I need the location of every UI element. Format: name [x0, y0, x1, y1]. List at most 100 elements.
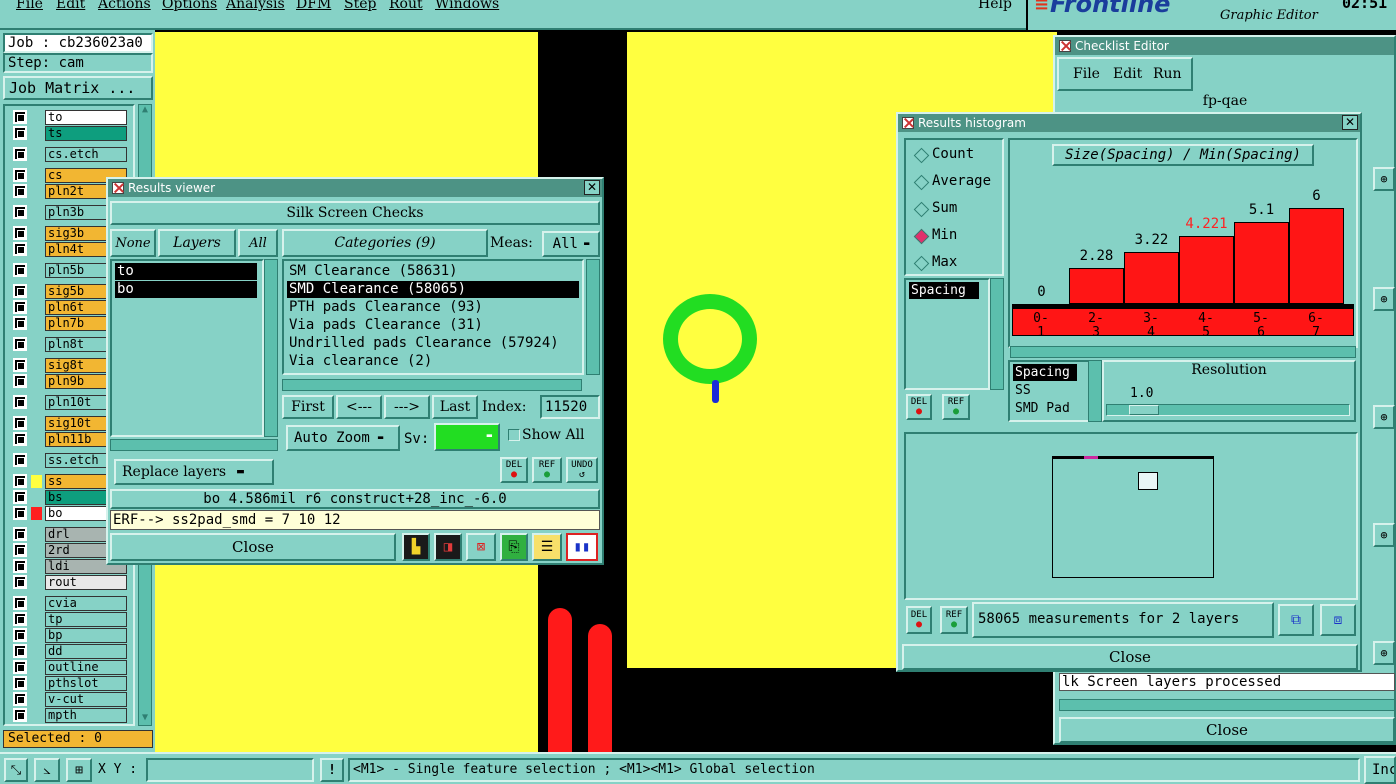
layer-checkbox[interactable]	[13, 126, 27, 140]
list-item[interactable]: to	[115, 263, 257, 280]
layer-name[interactable]: mpth	[45, 708, 127, 723]
layer-checkbox[interactable]	[13, 708, 27, 722]
menu-rout[interactable]: Rout	[389, 0, 435, 12]
slider-thumb[interactable]	[1129, 405, 1159, 415]
menu-dfm[interactable]: DFM	[296, 0, 344, 12]
chart-hscroll[interactable]	[1010, 346, 1356, 358]
results-viewer-titlebar[interactable]: Results viewer ✕	[108, 179, 602, 197]
list-item[interactable]: SS	[1013, 382, 1077, 399]
histogram-bar[interactable]	[1234, 222, 1289, 304]
menu-help[interactable]: Help	[978, 0, 1012, 12]
category-item[interactable]: Via pads Clearance (31)	[287, 317, 579, 334]
hist-del-button[interactable]: DEL ●	[906, 394, 932, 420]
layer-checkbox[interactable]	[13, 432, 27, 446]
checklist-menu-file[interactable]: File	[1073, 66, 1113, 82]
layer-checkbox[interactable]	[13, 147, 27, 161]
grid-icon[interactable]: ⊞	[66, 758, 92, 782]
index-input[interactable]: 11520	[540, 395, 600, 419]
notes-tool-icon[interactable]: ☰	[532, 533, 562, 561]
menu-windows[interactable]: Windows	[435, 0, 505, 12]
category-item[interactable]: Via clearance (2)	[287, 353, 579, 370]
radio-min[interactable]: Min	[914, 227, 957, 243]
layer-checkbox[interactable]	[13, 628, 27, 642]
alert-icon[interactable]: !	[320, 758, 344, 782]
ref-button[interactable]: REF ●	[532, 457, 562, 483]
expand-view-icon[interactable]: ⧉	[1278, 604, 1314, 636]
layer-name[interactable]: ts	[45, 126, 127, 141]
measure-tool-icon[interactable]: ▙	[402, 533, 430, 561]
layer-checkbox[interactable]	[13, 527, 27, 541]
layer-checkbox[interactable]	[13, 184, 27, 198]
preview-del-button[interactable]: DEL ●	[906, 606, 932, 634]
collapse-view-icon[interactable]: ⧈	[1320, 604, 1356, 636]
scroll-down-icon[interactable]: ▼	[138, 712, 152, 726]
layer-checkbox[interactable]	[13, 660, 27, 674]
list-item[interactable]: Spacing	[909, 282, 979, 299]
radio-sum[interactable]: Sum	[914, 200, 957, 216]
checklist-hscroll[interactable]	[1059, 699, 1395, 711]
category-item[interactable]: Undrilled pads Clearance (57924)	[287, 335, 579, 352]
layer-name[interactable]: cvia	[45, 596, 127, 611]
board-preview[interactable]	[904, 432, 1358, 600]
radio-average[interactable]: Average	[914, 173, 991, 189]
histogram-bar[interactable]	[1069, 268, 1124, 304]
list-item[interactable]: Spacing	[1013, 364, 1077, 381]
menu-options[interactable]: Options	[162, 0, 226, 12]
layer-name[interactable]: outline	[45, 660, 127, 675]
zoom-fit-icon[interactable]: ⤡	[4, 758, 28, 782]
layer-checkbox[interactable]	[13, 337, 27, 351]
histogram-bar[interactable]	[1289, 208, 1344, 304]
checklist-close-button[interactable]: Close	[1059, 717, 1395, 743]
layer-name[interactable]: pthslot	[45, 676, 127, 691]
measure-icon[interactable]: ⦣	[34, 758, 60, 782]
show-all-checkbox[interactable]	[508, 429, 520, 441]
layer-checkbox[interactable]	[13, 300, 27, 314]
menu-file[interactable]: File	[16, 0, 56, 12]
layer-checkbox[interactable]	[13, 416, 27, 430]
layer-checkbox[interactable]	[13, 226, 27, 240]
radio-count[interactable]: Count	[914, 146, 974, 162]
first-button[interactable]: First	[282, 395, 334, 419]
window-menu-icon[interactable]	[902, 117, 914, 129]
window-menu-icon[interactable]	[112, 182, 124, 194]
layer-list-hscroll[interactable]	[110, 439, 278, 451]
close-icon[interactable]: ✕	[584, 180, 600, 195]
job-matrix-button[interactable]: Job Matrix ...	[3, 76, 153, 100]
resolution-slider[interactable]	[1106, 404, 1350, 416]
layer-name[interactable]: to	[45, 110, 127, 125]
measure-type-scrollbar[interactable]	[1088, 360, 1102, 422]
category-scrollbar[interactable]	[586, 259, 600, 375]
category-item[interactable]: SM Clearance (58631)	[287, 263, 579, 280]
zoom-icon[interactable]: ⊕	[1373, 523, 1395, 547]
layers-button[interactable]: Layers	[158, 229, 236, 257]
zoom-icon[interactable]: ⊕	[1373, 287, 1395, 311]
layer-checkbox[interactable]	[13, 676, 27, 690]
histogram-bar[interactable]	[1179, 236, 1234, 304]
measurement-list-scrollbar[interactable]	[990, 278, 1004, 390]
layer-checkbox[interactable]	[13, 284, 27, 298]
close-button[interactable]: Close	[110, 533, 396, 561]
zoom-icon[interactable]: ⊕	[1373, 167, 1395, 191]
layer-name[interactable]: cs.etch	[45, 147, 127, 162]
menu-analysis[interactable]: Analysis	[226, 0, 296, 12]
layer-name[interactable]: tp	[45, 612, 127, 627]
layer-checkbox[interactable]	[13, 506, 27, 520]
close-icon[interactable]: ✕	[1342, 115, 1358, 130]
hist-ref-button[interactable]: REF ●	[942, 394, 970, 420]
histogram-bar[interactable]	[1124, 252, 1179, 304]
del-button[interactable]: DEL ●	[500, 457, 528, 483]
layer-name[interactable]: rout	[45, 575, 127, 590]
layer-list-scrollbar[interactable]	[264, 259, 278, 437]
clear-tool-icon[interactable]: ⊠	[466, 533, 496, 561]
layer-checkbox[interactable]	[13, 644, 27, 658]
layer-name[interactable]: v-cut	[45, 692, 127, 707]
sv-color-dropdown[interactable]: ▬	[434, 423, 500, 451]
checklist-menu-edit[interactable]: Edit	[1113, 66, 1153, 82]
histogram-titlebar[interactable]: Results histogram ✕	[898, 114, 1360, 132]
radio-max[interactable]: Max	[914, 254, 957, 270]
category-item[interactable]: SMD Clearance (58065)	[287, 281, 579, 298]
scroll-up-icon[interactable]: ▲	[138, 104, 152, 118]
zoom-icon[interactable]: ⊕	[1373, 641, 1395, 665]
layer-checkbox[interactable]	[13, 395, 27, 409]
category-hscroll[interactable]	[282, 379, 582, 391]
